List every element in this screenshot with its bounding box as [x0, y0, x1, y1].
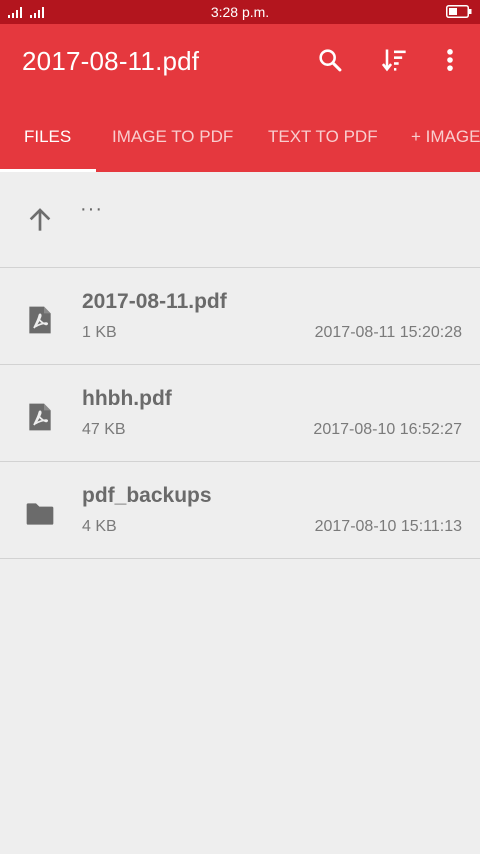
sort-icon[interactable] [380, 46, 408, 74]
folder-row[interactable]: pdf_backups 4 KB 2017-08-10 15:11:13 [0, 462, 480, 559]
status-time: 3:28 p.m. [210, 4, 270, 20]
tab-files[interactable]: FILES [24, 116, 71, 172]
tab-add-image[interactable]: + IMAGE [411, 116, 480, 172]
status-bar: 3:28 p.m. [0, 0, 480, 24]
folder-date: 2017-08-10 15:11:13 [314, 518, 462, 535]
file-date: 2017-08-10 16:52:27 [313, 421, 462, 438]
file-size: 47 KB [82, 421, 126, 438]
file-row[interactable]: 2017-08-11.pdf 1 KB 2017-08-11 15:20:28 [0, 268, 480, 365]
battery-icon [446, 5, 472, 18]
folder-icon [26, 503, 54, 525]
parent-directory-row[interactable]: ··· [0, 172, 480, 268]
app-title: 2017-08-11.pdf [22, 46, 200, 76]
folder-name: pdf_backups [82, 484, 212, 507]
more-vert-icon[interactable] [436, 46, 464, 74]
tab-image-to-pdf[interactable]: IMAGE TO PDF [112, 116, 233, 172]
folder-size: 4 KB [82, 518, 117, 535]
tab-bar: FILES IMAGE TO PDF TEXT TO PDF + IMAGE [0, 116, 480, 172]
arrow-up-icon [29, 208, 51, 231]
file-list: ··· 2017-08-11.pdf 1 KB 2017-08-11 15:20… [0, 172, 480, 559]
pdf-file-icon [29, 403, 51, 431]
search-icon[interactable] [316, 46, 344, 74]
file-name: hhbh.pdf [82, 387, 172, 410]
file-date: 2017-08-11 15:20:28 [314, 324, 462, 341]
file-name: 2017-08-11.pdf [82, 290, 227, 313]
pdf-file-icon [29, 306, 51, 334]
file-size: 1 KB [82, 324, 117, 341]
parent-directory-label: ··· [80, 198, 103, 220]
tab-text-to-pdf[interactable]: TEXT TO PDF [268, 116, 378, 172]
app-bar: 2017-08-11.pdf FILES IMAGE TO PDF TEXT T… [0, 24, 480, 172]
file-row[interactable]: hhbh.pdf 47 KB 2017-08-10 16:52:27 [0, 365, 480, 462]
